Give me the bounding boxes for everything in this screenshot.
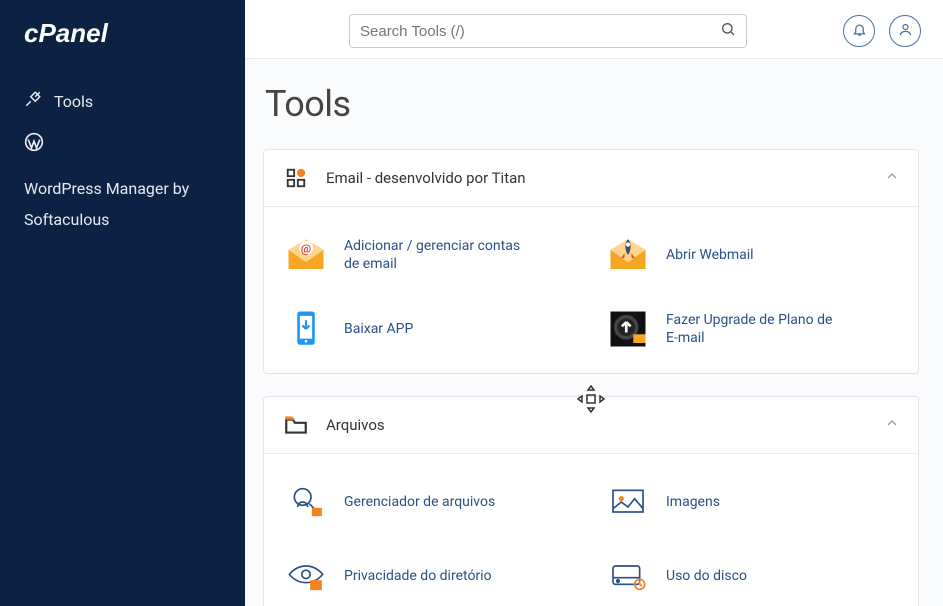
sidebar-item-wordpress-manager[interactable]: WordPress Manager by Softaculous [0,122,245,245]
tool-label: Uso do disco [666,567,747,585]
email-at-icon: @ [282,231,330,279]
tool-download-app[interactable]: Baixar APP [274,295,586,363]
tool-label: Imagens [666,493,720,511]
page-title: Tools [265,83,919,125]
tool-label: Fazer Upgrade de Plano de E-mail [666,311,846,347]
group-body-files: Gerenciador de arquivos Imagens Privacid… [264,454,918,606]
upgrade-icon [604,305,652,353]
main: Tools Email - desenvolvido por Titan @ A… [245,0,943,606]
account-button[interactable] [889,15,921,47]
sidebar-item-label: Tools [54,92,93,111]
images-icon [604,478,652,526]
tool-file-manager[interactable]: Gerenciador de arquivos [274,468,586,536]
notifications-button[interactable] [843,15,875,47]
search-icon [720,21,736,41]
group-files: Arquivos Gerenciador de arquivos Imagens [263,396,919,606]
cpanel-logo-icon: cPanel [24,18,164,48]
sidebar: cPanel Tools WordPress Manager by Softac… [0,0,245,606]
group-title: Arquivos [326,416,884,434]
file-manager-icon [282,478,330,526]
svg-text:@: @ [301,241,311,255]
tool-label: Privacidade do diretório [344,567,492,585]
group-body-email: @ Adicionar / gerenciar contas de email … [264,207,918,373]
user-icon [898,22,913,41]
tool-label: Adicionar / gerenciar contas de email [344,237,524,273]
search-wrap [267,14,829,48]
tool-disk-usage[interactable]: Uso do disco [596,542,908,606]
group-header-files[interactable]: Arquivos [264,397,918,454]
content: Tools Email - desenvolvido por Titan @ A… [245,59,943,606]
group-email: Email - desenvolvido por Titan @ Adicion… [263,149,919,374]
group-header-email[interactable]: Email - desenvolvido por Titan [264,150,918,207]
tool-label: Baixar APP [344,320,413,338]
tool-label: Abrir Webmail [666,246,754,264]
bell-icon [852,22,867,41]
folder-icon [282,411,310,439]
sidebar-item-tools[interactable]: Tools [0,80,245,122]
search-container[interactable] [349,14,747,48]
tool-open-webmail[interactable]: Abrir Webmail [596,221,908,289]
brand-logo: cPanel [0,18,245,80]
tool-directory-privacy[interactable]: Privacidade do diretório [274,542,586,606]
apps-icon [282,164,310,192]
topbar [245,0,943,59]
group-title: Email - desenvolvido por Titan [326,169,884,187]
tool-add-manage-email[interactable]: @ Adicionar / gerenciar contas de email [274,221,586,289]
search-input[interactable] [360,23,720,40]
webmail-rocket-icon [604,231,652,279]
sidebar-item-label: WordPress Manager by Softaculous [24,174,221,235]
tools-icon [24,90,42,112]
tool-label: Gerenciador de arquivos [344,493,495,511]
wordpress-icon [24,132,44,162]
tool-images[interactable]: Imagens [596,468,908,536]
eye-lock-icon [282,552,330,600]
tool-upgrade-email-plan[interactable]: Fazer Upgrade de Plano de E-mail [596,295,908,363]
disk-usage-icon [604,552,652,600]
svg-text:cPanel: cPanel [24,18,109,48]
phone-download-icon [282,305,330,353]
chevron-up-icon [884,168,900,188]
chevron-up-icon [884,415,900,435]
